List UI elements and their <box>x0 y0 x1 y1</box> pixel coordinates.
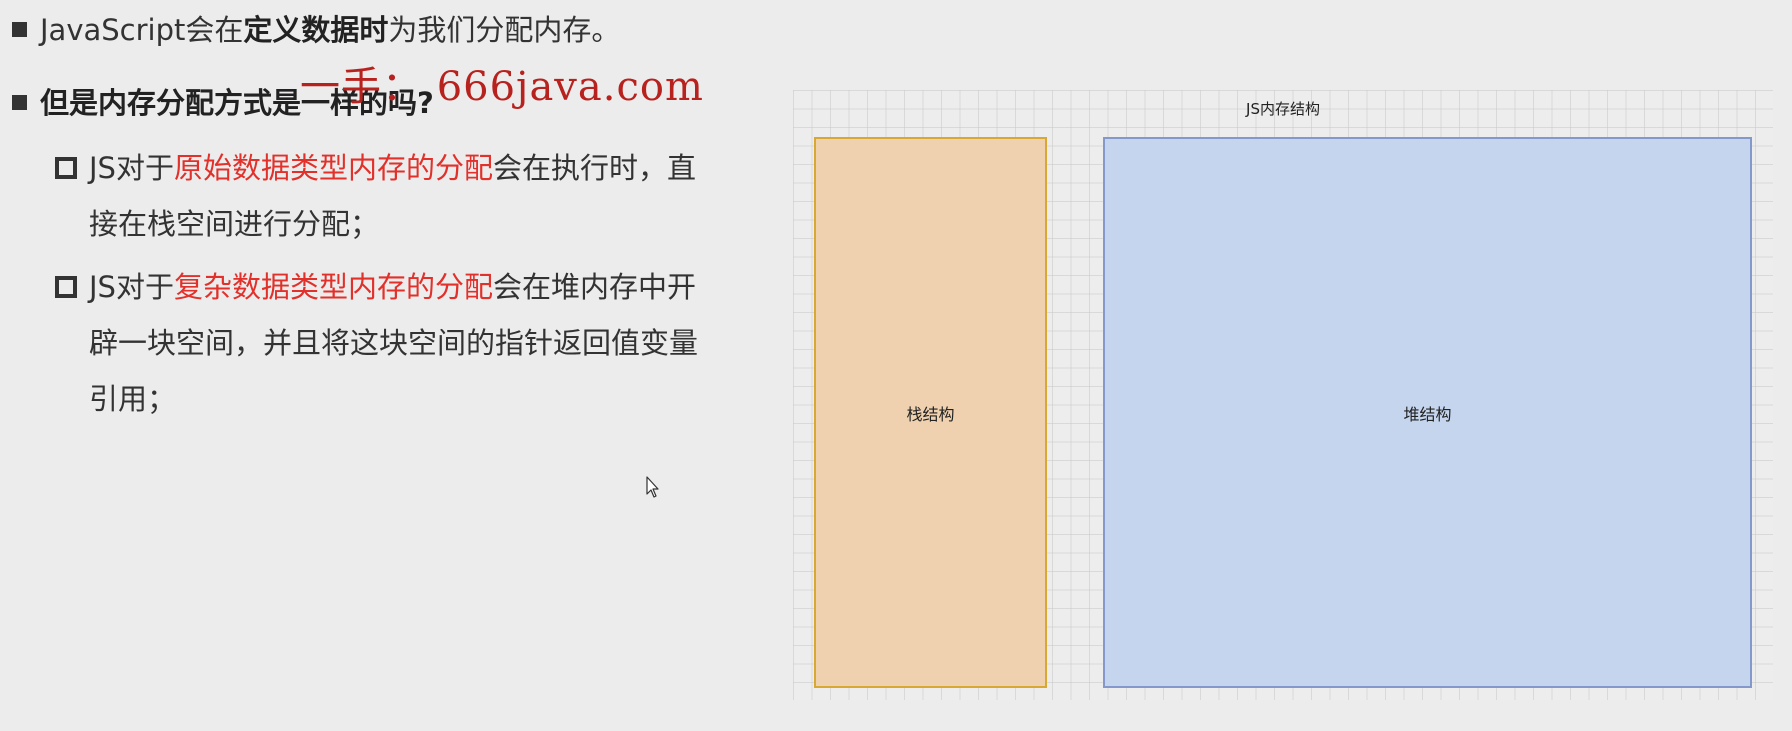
bullet-square-icon <box>12 95 27 110</box>
bullet-1-suffix: 为我们分配内存。 <box>388 13 621 47</box>
mouse-cursor-icon <box>646 476 659 498</box>
slide: JavaScript会在定义数据时为我们分配内存。 但是内存分配方式是一样的吗?… <box>0 0 1792 731</box>
sub-bullet-1-prefix: JS对于 <box>89 151 174 185</box>
stack-box: 栈结构 <box>814 137 1047 688</box>
heap-box: 堆结构 <box>1103 137 1752 688</box>
sub-bullet-2-prefix: JS对于 <box>89 270 174 304</box>
sub-bullet-1-text: JS对于原始数据类型内存的分配会在执行时，直接在栈空间进行分配； <box>89 140 709 252</box>
bullet-1-text: JavaScript会在定义数据时为我们分配内存。 <box>40 13 620 48</box>
watermark: 一手： 666java.com <box>300 64 704 110</box>
stack-label: 栈结构 <box>906 404 955 424</box>
bullet-1: JavaScript会在定义数据时为我们分配内存。 <box>12 13 620 48</box>
bullet-1-bold: 定义数据时 <box>243 13 389 47</box>
bullet-square-icon <box>12 22 27 37</box>
hollow-square-icon <box>55 276 77 298</box>
diagram-title: JS内存结构 <box>1246 100 1320 118</box>
hollow-square-icon <box>55 157 77 179</box>
sub-bullet-1-highlight: 原始数据类型内存的分配 <box>173 151 493 185</box>
sub-bullet-2-highlight: 复杂数据类型内存的分配 <box>173 270 493 304</box>
heap-label: 堆结构 <box>1403 404 1452 424</box>
sub-bullet-2-text: JS对于复杂数据类型内存的分配会在堆内存中开辟一块空间，并且将这块空间的指针返回… <box>89 259 709 427</box>
sub-bullet-2: JS对于复杂数据类型内存的分配会在堆内存中开辟一块空间，并且将这块空间的指针返回… <box>55 259 709 427</box>
bullet-1-prefix: JavaScript会在 <box>40 13 244 47</box>
sub-bullet-1: JS对于原始数据类型内存的分配会在执行时，直接在栈空间进行分配； <box>55 140 709 252</box>
